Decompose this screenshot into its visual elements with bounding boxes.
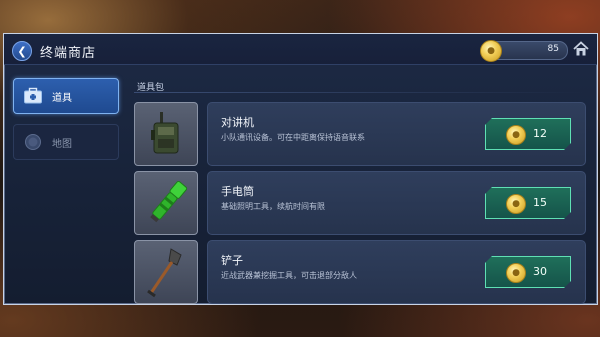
item-card[interactable]: 手电筒 基础照明工具，续航时间有限 ● 15 [207, 171, 586, 235]
back-button[interactable]: ❮ [12, 41, 32, 61]
section-divider [134, 92, 584, 93]
toolbox-icon [24, 87, 42, 104]
item-card[interactable]: 对讲机 小队通讯设备。可在中距离保持语音联系 ● 12 [207, 102, 586, 166]
walkie-talkie-icon [151, 112, 179, 154]
home-button[interactable] [572, 40, 590, 58]
tab-props[interactable]: 道具 [13, 78, 119, 114]
coin-icon: ● [480, 40, 502, 62]
shop-panel: ❮ 终端商店 ● 85 道具 地图 道具包 对讲机 小队通讯设备。可在中距离保持… [3, 33, 598, 305]
item-thumbnail[interactable] [134, 102, 198, 166]
item-name: 铲子 [221, 254, 243, 267]
item-price: 12 [533, 127, 547, 140]
item-name: 对讲机 [221, 116, 254, 129]
coin-count: 85 [547, 44, 559, 54]
item-price: 30 [533, 265, 547, 278]
chevron-left-icon: ❮ [17, 44, 27, 58]
item-thumbnail[interactable] [134, 240, 198, 304]
item-description: 近战武器兼挖掘工具，可击退部分敌人 [221, 271, 357, 280]
item-card[interactable]: 铲子 近战武器兼挖掘工具，可击退部分敌人 ● 30 [207, 240, 586, 304]
tab-label: 地图 [52, 138, 72, 150]
tab-map[interactable]: 地图 [13, 124, 119, 160]
item-description: 基础照明工具，续航时间有限 [221, 202, 325, 211]
coin-balance: ● 85 [480, 40, 568, 62]
flashlight-icon [150, 180, 188, 223]
coin-icon: ● [506, 194, 526, 214]
item-price: 15 [533, 196, 547, 209]
home-icon [573, 41, 589, 56]
item-name: 手电筒 [221, 185, 254, 198]
buy-button[interactable]: ● 15 [485, 187, 571, 219]
item-description: 小队通讯设备。可在中距离保持语音联系 [221, 133, 365, 142]
shop-header: ❮ 终端商店 ● 85 [4, 34, 597, 65]
buy-button[interactable]: ● 30 [485, 256, 571, 288]
tab-label: 道具 [52, 92, 72, 104]
coin-icon: ● [506, 125, 526, 145]
shovel-icon [147, 248, 182, 298]
buy-button[interactable]: ● 12 [485, 118, 571, 150]
globe-icon [25, 134, 41, 150]
item-thumbnail[interactable] [134, 171, 198, 235]
coin-icon: ● [506, 263, 526, 283]
page-title: 终端商店 [40, 46, 97, 61]
